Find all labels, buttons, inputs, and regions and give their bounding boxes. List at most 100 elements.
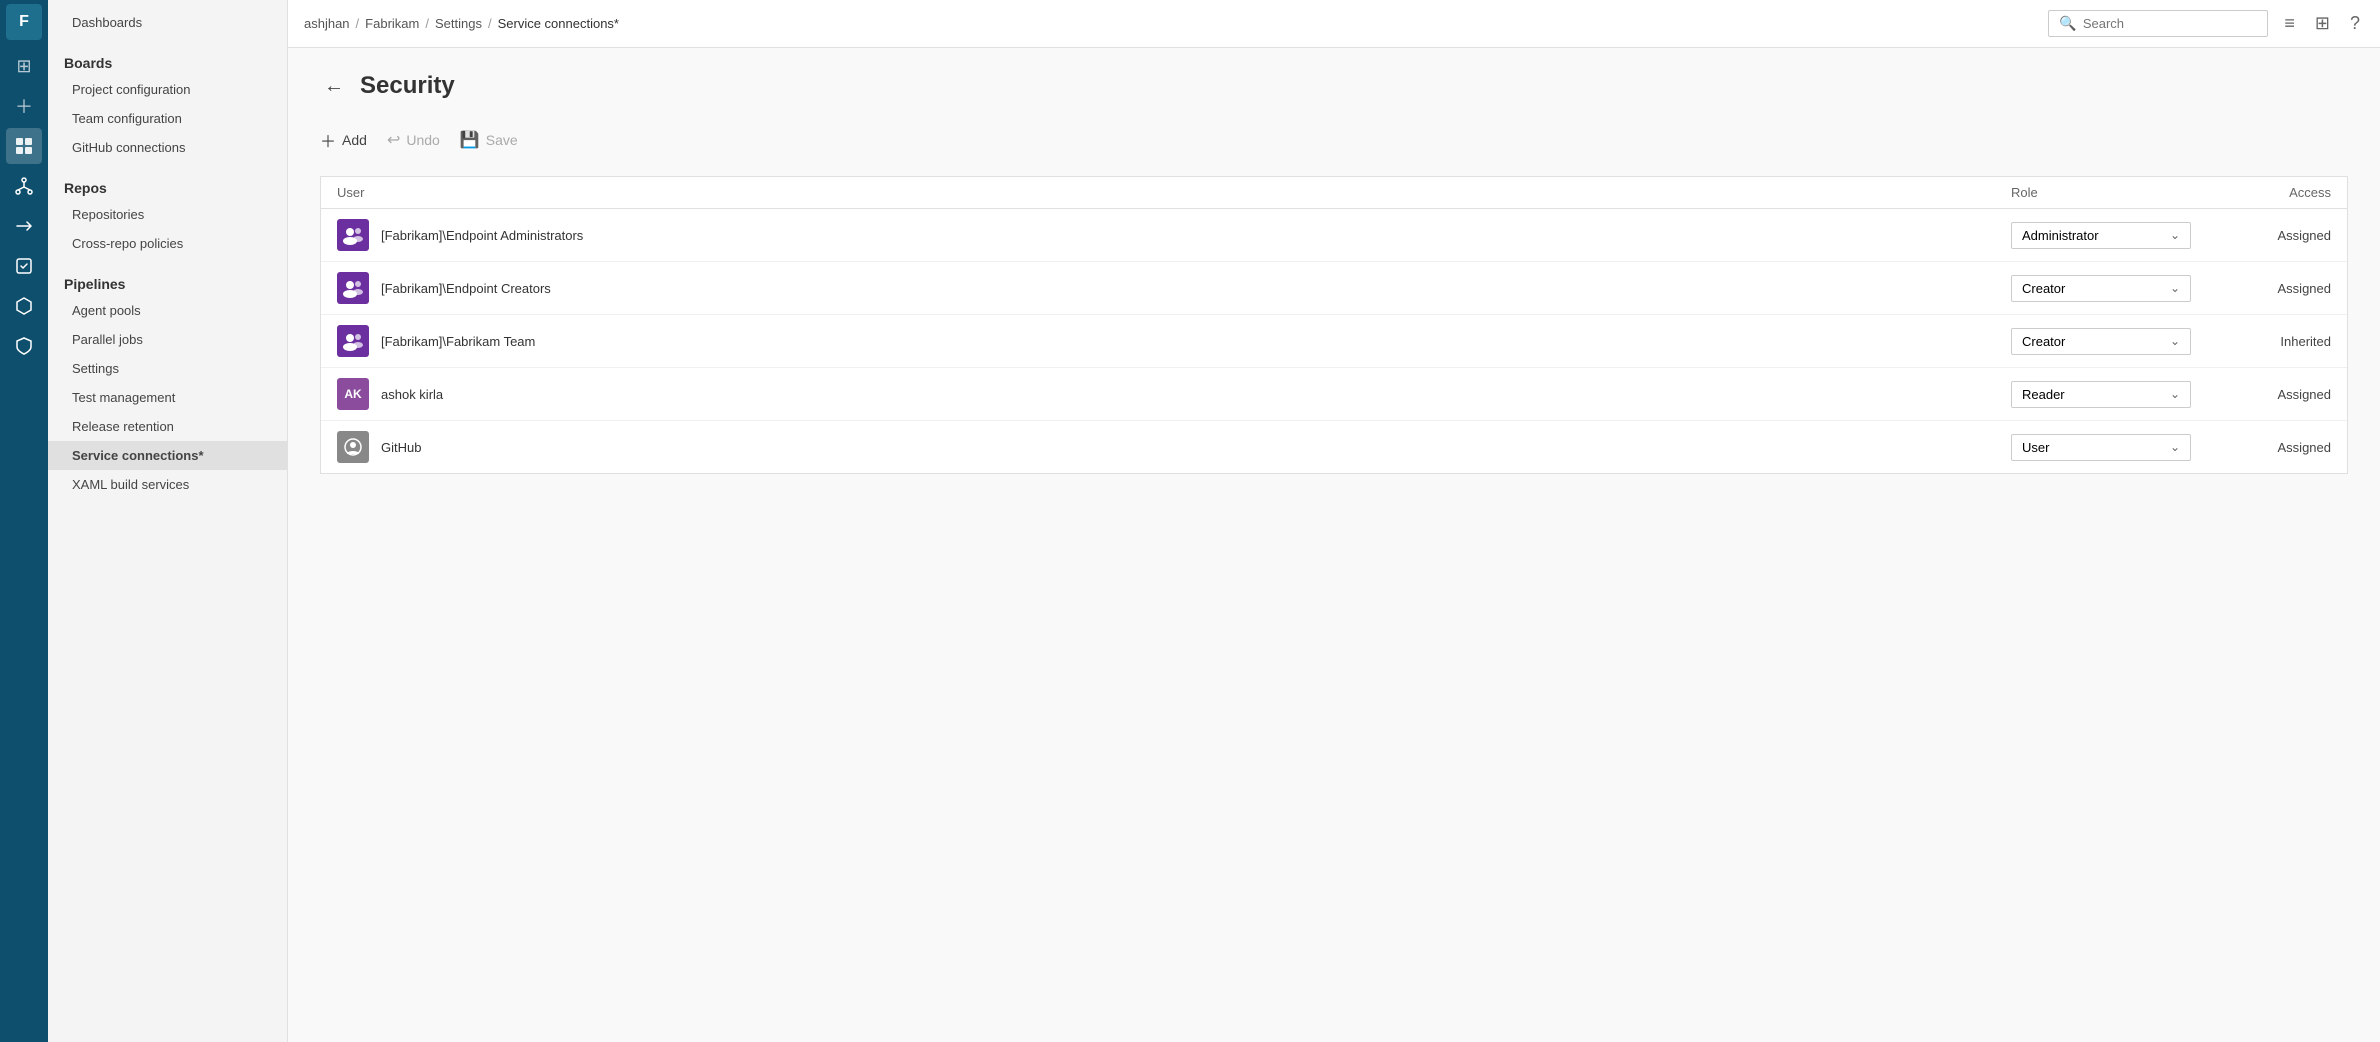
topbar: ashjhan / Fabrikam / Settings / Service … <box>288 0 2380 48</box>
save-label: Save <box>486 132 518 148</box>
marketplace-icon[interactable]: ⊞ <box>2311 9 2334 38</box>
sidebar-item-settings[interactable]: Settings <box>48 354 287 383</box>
chevron-icon-4: ⌄ <box>2170 440 2180 454</box>
col-role: Role <box>2011 185 2191 200</box>
user-cell-2: [Fabrikam]\Fabrikam Team <box>337 325 2011 357</box>
access-cell-0: Assigned <box>2191 228 2331 243</box>
user-cell-3: AK ashok kirla <box>337 378 2011 410</box>
add-button[interactable]: ＋ Add <box>320 124 367 156</box>
toolbar: ＋ Add ↩ Undo 💾 Save <box>320 124 2348 156</box>
user-name-4: GitHub <box>381 440 421 455</box>
nav-icon-artifacts[interactable] <box>6 288 42 324</box>
add-icon: ＋ <box>320 128 336 152</box>
chevron-icon-2: ⌄ <box>2170 334 2180 348</box>
sidebar-item-parallel-jobs[interactable]: Parallel jobs <box>48 325 287 354</box>
user-name-3: ashok kirla <box>381 387 443 402</box>
nav-icon-boards[interactable] <box>6 128 42 164</box>
breadcrumb-project[interactable]: Fabrikam <box>365 16 419 31</box>
access-cell-1: Assigned <box>2191 281 2331 296</box>
icon-rail: F ⊞ ＋ <box>0 0 48 1042</box>
notifications-icon[interactable]: ≡ <box>2280 9 2299 38</box>
undo-label: Undo <box>406 132 439 148</box>
content: ← Security ＋ Add ↩ Undo 💾 Save User Role <box>288 48 2380 1042</box>
sidebar-item-project-config[interactable]: Project configuration <box>48 75 287 104</box>
role-select-0[interactable]: Administrator ⌄ <box>2011 222 2191 249</box>
save-icon: 💾 <box>460 130 480 150</box>
sidebar-item-agent-pools[interactable]: Agent pools <box>48 296 287 325</box>
user-cell-1: [Fabrikam]\Endpoint Creators <box>337 272 2011 304</box>
breadcrumb-sep1: / <box>356 16 360 31</box>
app-logo[interactable]: F <box>6 4 42 40</box>
help-icon[interactable]: ? <box>2346 9 2364 38</box>
user-cell-0: [Fabrikam]\Endpoint Administrators <box>337 219 2011 251</box>
back-button[interactable]: ← <box>320 75 348 98</box>
role-select-4[interactable]: User ⌄ <box>2011 434 2191 461</box>
nav-icon-testplans[interactable] <box>6 248 42 284</box>
role-value-3: Reader <box>2022 387 2065 402</box>
search-box[interactable]: 🔍 <box>2048 10 2268 37</box>
user-name-2: [Fabrikam]\Fabrikam Team <box>381 334 535 349</box>
nav-icon-security[interactable] <box>6 328 42 364</box>
security-table: User Role Access [Fabrikam]\Endpoin <box>320 176 2348 474</box>
page-header: ← Security <box>320 72 2348 100</box>
search-input[interactable] <box>2083 16 2258 31</box>
role-value-2: Creator <box>2022 334 2065 349</box>
col-access: Access <box>2191 185 2331 200</box>
role-select-1[interactable]: Creator ⌄ <box>2011 275 2191 302</box>
table-row: [Fabrikam]\Endpoint Creators Creator ⌄ A… <box>321 262 2347 315</box>
sidebar-item-github-connections[interactable]: GitHub connections <box>48 133 287 162</box>
sidebar-section-boards: Boards <box>48 45 287 75</box>
save-button[interactable]: 💾 Save <box>460 126 518 154</box>
undo-button[interactable]: ↩ Undo <box>387 126 440 154</box>
undo-icon: ↩ <box>387 130 400 150</box>
page-title: Security <box>360 72 455 100</box>
role-select-2[interactable]: Creator ⌄ <box>2011 328 2191 355</box>
add-label: Add <box>342 132 367 148</box>
sidebar-item-release-retention[interactable]: Release retention <box>48 412 287 441</box>
col-user: User <box>337 185 2011 200</box>
user-name-0: [Fabrikam]\Endpoint Administrators <box>381 228 583 243</box>
avatar-0 <box>337 219 369 251</box>
role-select-3[interactable]: Reader ⌄ <box>2011 381 2191 408</box>
sidebar-section-repos: Repos <box>48 170 287 200</box>
sidebar-item-team-config[interactable]: Team configuration <box>48 104 287 133</box>
table-row: [Fabrikam]\Fabrikam Team Creator ⌄ Inher… <box>321 315 2347 368</box>
sidebar-item-service-connections[interactable]: Service connections* <box>48 441 287 470</box>
sidebar-item-dashboards[interactable]: Dashboards <box>48 8 287 37</box>
table-row: AK ashok kirla Reader ⌄ Assigned <box>321 368 2347 421</box>
table-header: User Role Access <box>321 177 2347 209</box>
table-row: GitHub User ⌄ Assigned <box>321 421 2347 473</box>
sidebar-item-repositories[interactable]: Repositories <box>48 200 287 229</box>
nav-icon-home[interactable]: ⊞ <box>6 48 42 84</box>
breadcrumb-sep2: / <box>425 16 429 31</box>
topbar-right: 🔍 ≡ ⊞ ? <box>2048 9 2364 38</box>
role-value-1: Creator <box>2022 281 2065 296</box>
role-value-0: Administrator <box>2022 228 2099 243</box>
nav-icon-add[interactable]: ＋ <box>6 88 42 124</box>
sidebar-item-cross-repo[interactable]: Cross-repo policies <box>48 229 287 258</box>
table-row: [Fabrikam]\Endpoint Administrators Admin… <box>321 209 2347 262</box>
breadcrumb-sep3: / <box>488 16 492 31</box>
avatar-1 <box>337 272 369 304</box>
avatar-2 <box>337 325 369 357</box>
sidebar-item-xaml-build[interactable]: XAML build services <box>48 470 287 499</box>
sidebar-section-pipelines: Pipelines <box>48 266 287 296</box>
breadcrumb-org[interactable]: ashjhan <box>304 16 350 31</box>
access-cell-4: Assigned <box>2191 440 2331 455</box>
sidebar-item-test-management[interactable]: Test management <box>48 383 287 412</box>
search-icon: 🔍 <box>2059 15 2076 32</box>
access-cell-2: Inherited <box>2191 334 2331 349</box>
avatar-4 <box>337 431 369 463</box>
breadcrumb: ashjhan / Fabrikam / Settings / Service … <box>304 16 619 31</box>
access-cell-3: Assigned <box>2191 387 2331 402</box>
nav-icon-pipelines[interactable] <box>6 208 42 244</box>
breadcrumb-section[interactable]: Settings <box>435 16 482 31</box>
sidebar: Dashboards Boards Project configuration … <box>48 0 288 1042</box>
chevron-icon-3: ⌄ <box>2170 387 2180 401</box>
avatar-3: AK <box>337 378 369 410</box>
breadcrumb-page: Service connections* <box>498 16 619 31</box>
user-cell-4: GitHub <box>337 431 2011 463</box>
nav-icon-repos[interactable] <box>6 168 42 204</box>
chevron-icon-1: ⌄ <box>2170 281 2180 295</box>
main-area: ashjhan / Fabrikam / Settings / Service … <box>288 0 2380 1042</box>
